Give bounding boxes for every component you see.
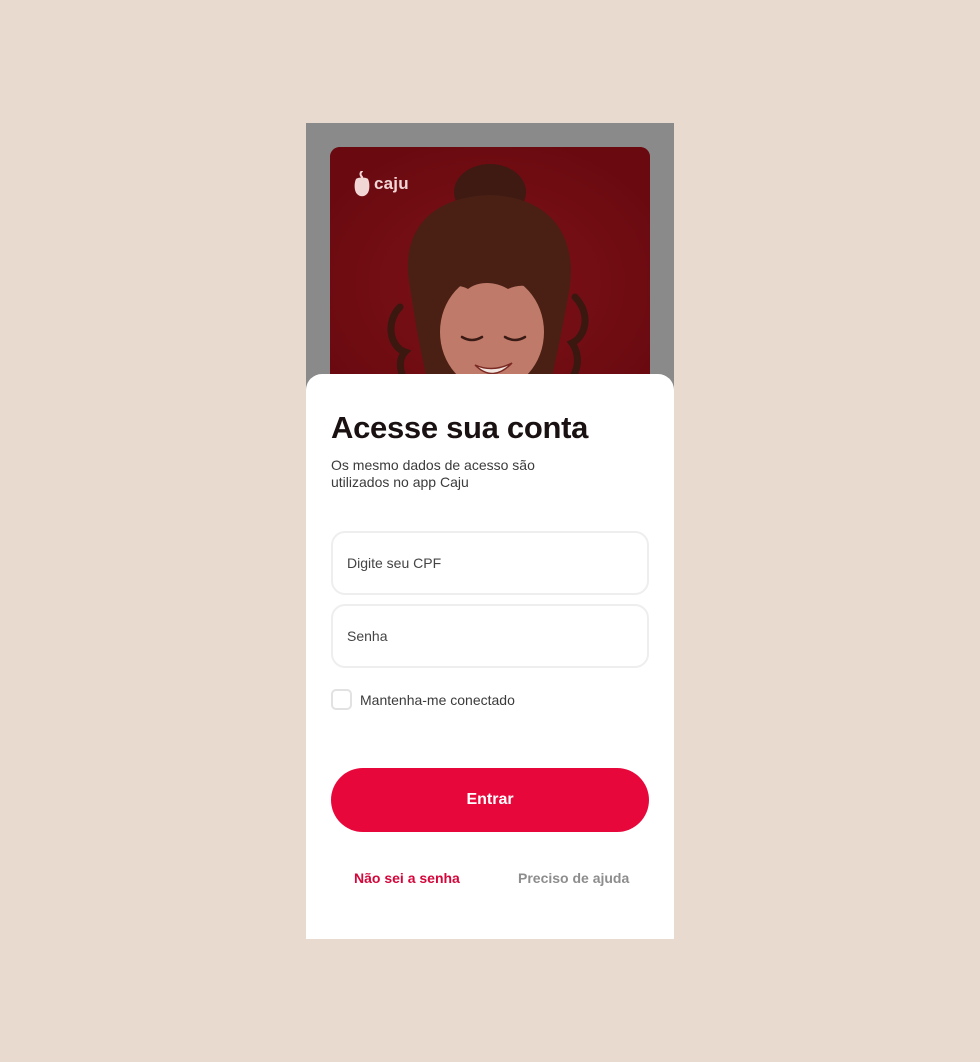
submit-button[interactable]: Entrar: [331, 768, 649, 832]
cashew-icon: [354, 171, 370, 197]
remember-me-checkbox[interactable]: [331, 689, 352, 710]
help-link[interactable]: Preciso de ajuda: [518, 870, 629, 886]
cpf-input[interactable]: [333, 533, 647, 593]
footer-links: Não sei a senha Preciso de ajuda: [331, 870, 649, 890]
forgot-password-link[interactable]: Não sei a senha: [354, 870, 460, 886]
page-title: Acesse sua conta: [331, 410, 589, 445]
hero-banner: caju: [330, 147, 650, 397]
password-input[interactable]: [333, 606, 647, 666]
cpf-field: [331, 531, 649, 595]
login-screen: caju Acesse sua conta Os mesmo dados de …: [306, 123, 674, 939]
login-card: Acesse sua conta Os mesmo dados de acess…: [306, 374, 674, 939]
password-field: [331, 604, 649, 668]
remember-me-label: Mantenha-me conectado: [360, 691, 515, 708]
page-subtitle: Os mesmo dados de acesso são utilizados …: [331, 457, 535, 490]
brand-logo: caju: [354, 171, 409, 197]
remember-me-option[interactable]: Mantenha-me conectado: [331, 689, 515, 710]
brand-logo-text: caju: [374, 174, 409, 193]
